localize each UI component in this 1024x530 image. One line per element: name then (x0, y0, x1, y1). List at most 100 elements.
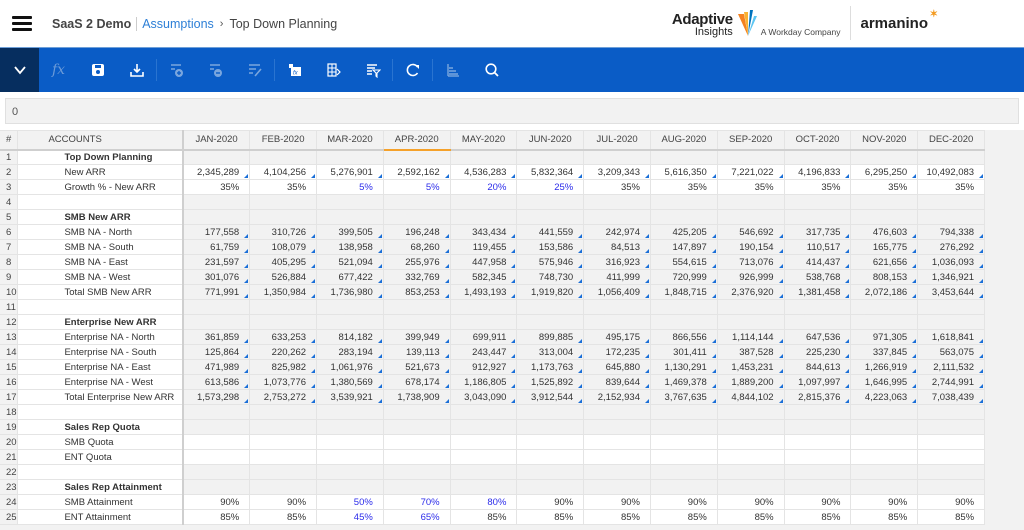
section-label[interactable]: SMB New ARR (17, 209, 184, 225)
data-cell[interactable]: 20% (449, 179, 518, 195)
data-cell[interactable]: 677,422 (316, 269, 384, 285)
data-cell[interactable] (516, 479, 585, 495)
data-cell[interactable]: 912,927 (449, 359, 518, 375)
data-cell[interactable] (850, 314, 919, 330)
data-cell[interactable] (382, 434, 451, 450)
data-cell[interactable] (917, 434, 986, 450)
data-cell[interactable] (182, 419, 251, 435)
data-cell[interactable]: 5,276,901 (316, 164, 384, 180)
data-cell[interactable]: 110,517 (783, 239, 852, 255)
data-cell[interactable] (249, 209, 318, 225)
account-label[interactable]: New ARR (17, 164, 184, 180)
data-cell[interactable]: 748,730 (516, 269, 585, 285)
data-cell[interactable] (316, 449, 384, 465)
account-label[interactable]: SMB NA - North (17, 224, 184, 240)
chart-button[interactable] (433, 48, 472, 92)
data-cell[interactable] (583, 434, 651, 450)
data-cell[interactable] (249, 194, 318, 210)
menu-icon[interactable] (12, 16, 32, 31)
month-header[interactable]: MAY-2020 (449, 130, 518, 151)
data-cell[interactable] (850, 419, 919, 435)
data-cell[interactable]: 645,880 (583, 359, 651, 375)
data-cell[interactable] (850, 209, 919, 225)
data-cell[interactable] (516, 209, 585, 225)
data-cell[interactable] (783, 479, 852, 495)
data-cell[interactable]: 139,113 (382, 344, 451, 360)
insert-row-button[interactable] (157, 48, 196, 92)
data-cell[interactable]: 1,646,995 (850, 374, 919, 390)
data-cell[interactable] (449, 449, 518, 465)
data-cell[interactable] (382, 449, 451, 465)
data-cell[interactable] (917, 449, 986, 465)
data-cell[interactable] (382, 464, 451, 480)
data-cell[interactable] (516, 419, 585, 435)
formula-input[interactable]: 0 (5, 98, 1019, 124)
data-cell[interactable] (249, 149, 318, 165)
data-cell[interactable]: 582,345 (449, 269, 518, 285)
data-cell[interactable] (716, 299, 785, 315)
data-cell[interactable]: 1,036,093 (917, 254, 986, 270)
data-cell[interactable] (249, 434, 318, 450)
data-cell[interactable] (583, 299, 651, 315)
data-cell[interactable]: 720,999 (650, 269, 718, 285)
data-cell[interactable] (583, 314, 651, 330)
account-label[interactable]: Enterprise NA - East (17, 359, 184, 375)
account-label[interactable] (17, 299, 184, 315)
data-cell[interactable]: 85% (716, 509, 785, 525)
account-label[interactable]: SMB NA - East (17, 254, 184, 270)
data-cell[interactable] (716, 314, 785, 330)
data-cell[interactable] (249, 464, 318, 480)
data-cell[interactable]: 1,525,892 (516, 374, 585, 390)
account-label[interactable]: ENT Quota (17, 449, 184, 465)
data-cell[interactable]: 839,644 (583, 374, 651, 390)
data-cell[interactable] (182, 149, 251, 165)
data-cell[interactable] (449, 194, 518, 210)
data-cell[interactable] (850, 464, 919, 480)
data-cell[interactable]: 35% (650, 179, 718, 195)
data-cell[interactable] (716, 149, 785, 165)
refresh-button[interactable] (393, 48, 432, 92)
data-cell[interactable]: 3,043,090 (449, 389, 518, 405)
data-cell[interactable]: 4,196,833 (783, 164, 852, 180)
data-cell[interactable] (316, 464, 384, 480)
month-header[interactable]: JAN-2020 (182, 130, 251, 151)
account-label[interactable] (17, 194, 184, 210)
data-cell[interactable]: 808,153 (850, 269, 919, 285)
filter-button[interactable] (353, 48, 392, 92)
save-button[interactable] (78, 48, 117, 92)
data-cell[interactable]: 6,295,250 (850, 164, 919, 180)
data-cell[interactable]: 90% (516, 494, 585, 510)
data-cell[interactable]: 575,946 (516, 254, 585, 270)
data-cell[interactable]: 866,556 (650, 329, 718, 345)
data-cell[interactable] (650, 464, 718, 480)
data-cell[interactable]: 283,194 (316, 344, 384, 360)
data-cell[interactable] (650, 434, 718, 450)
data-cell[interactable]: 521,094 (316, 254, 384, 270)
data-cell[interactable] (650, 299, 718, 315)
data-cell[interactable] (650, 194, 718, 210)
data-cell[interactable]: 138,958 (316, 239, 384, 255)
account-label[interactable]: SMB Attainment (17, 494, 184, 510)
data-cell[interactable] (917, 404, 986, 420)
data-cell[interactable] (850, 449, 919, 465)
data-cell[interactable]: 177,558 (182, 224, 251, 240)
data-cell[interactable]: 90% (249, 494, 318, 510)
data-cell[interactable] (316, 149, 384, 165)
data-cell[interactable]: 1,453,231 (716, 359, 785, 375)
data-cell[interactable] (917, 479, 986, 495)
data-cell[interactable]: 1,469,378 (650, 374, 718, 390)
data-cell[interactable]: 1,056,409 (583, 284, 651, 300)
data-cell[interactable]: 1,738,909 (382, 389, 451, 405)
data-cell[interactable] (917, 314, 986, 330)
data-cell[interactable]: 526,884 (249, 269, 318, 285)
data-cell[interactable]: 125,864 (182, 344, 251, 360)
data-cell[interactable]: 678,174 (382, 374, 451, 390)
data-cell[interactable]: 699,911 (449, 329, 518, 345)
data-cell[interactable]: 538,768 (783, 269, 852, 285)
data-cell[interactable] (449, 314, 518, 330)
month-header[interactable]: FEB-2020 (249, 130, 318, 151)
data-cell[interactable] (850, 404, 919, 420)
accounts-header[interactable]: ACCOUNTS (17, 130, 184, 151)
data-cell[interactable] (182, 299, 251, 315)
data-cell[interactable] (783, 149, 852, 165)
